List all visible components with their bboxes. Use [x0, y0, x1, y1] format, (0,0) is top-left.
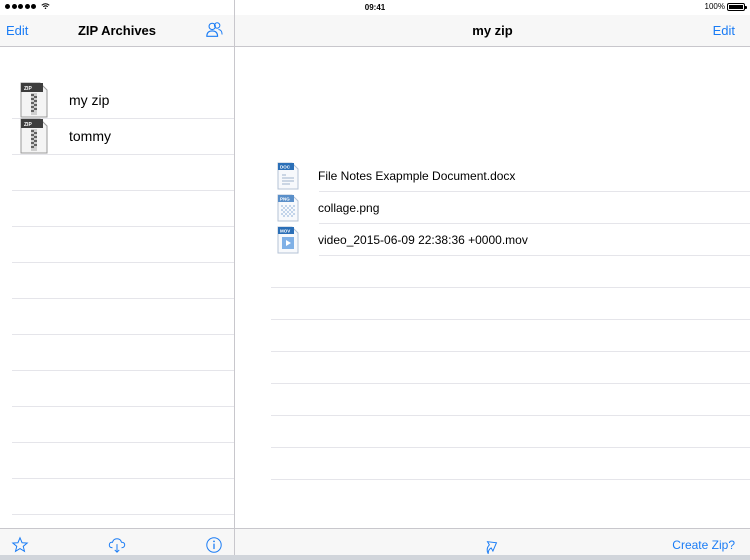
- info-icon[interactable]: [205, 536, 223, 554]
- status-bar: 09:41 100%: [0, 0, 750, 15]
- archive-item[interactable]: ZIP my zip: [20, 82, 234, 118]
- list-divider: [271, 319, 750, 320]
- list-divider: [12, 262, 234, 263]
- keyboard-edge: [0, 555, 750, 560]
- list-divider: [12, 154, 234, 155]
- list-divider: [12, 370, 234, 371]
- create-zip-button[interactable]: Create Zip?: [672, 538, 735, 552]
- archives-navbar: Edit ZIP Archives: [0, 15, 234, 47]
- archive-label: my zip: [69, 92, 110, 108]
- list-divider: [12, 514, 234, 515]
- list-divider: [271, 415, 750, 416]
- share-icon[interactable]: [482, 536, 500, 554]
- movie-file-icon: MOV: [277, 226, 299, 254]
- svg-text:DOC: DOC: [280, 165, 291, 170]
- file-name: collage.png: [318, 201, 380, 215]
- cloud-download-icon[interactable]: [108, 536, 126, 554]
- file-row[interactable]: PNG collage.png: [277, 192, 750, 224]
- file-row[interactable]: MOV video_2015-06-09 22:38:36 +0000.mov: [277, 224, 750, 256]
- list-divider: [12, 442, 234, 443]
- list-divider: [12, 478, 234, 479]
- svg-text:PNG: PNG: [280, 197, 290, 202]
- list-divider: [12, 190, 234, 191]
- battery-indicator: 100%: [704, 2, 747, 11]
- archive-item[interactable]: ZIP tommy: [20, 118, 234, 154]
- star-icon[interactable]: [11, 536, 29, 554]
- png-file-icon: PNG: [277, 194, 299, 222]
- list-divider: [12, 334, 234, 335]
- contents-navbar: my zip Edit: [235, 15, 750, 47]
- list-divider: [271, 479, 750, 480]
- list-divider: [12, 226, 234, 227]
- svg-text:MOV: MOV: [280, 229, 290, 234]
- file-name: File Notes Exapmple Document.docx: [318, 169, 516, 183]
- list-divider: [271, 383, 750, 384]
- svg-text:ZIP: ZIP: [24, 122, 32, 128]
- doc-file-icon: DOC: [277, 162, 299, 190]
- svg-text:ZIP: ZIP: [24, 86, 32, 92]
- zip-file-icon: ZIP: [20, 82, 48, 118]
- file-name: video_2015-06-09 22:38:36 +0000.mov: [318, 233, 528, 247]
- zip-file-icon: ZIP: [20, 118, 48, 154]
- list-divider: [271, 447, 750, 448]
- archives-title: ZIP Archives: [77, 23, 157, 38]
- list-divider: [271, 287, 750, 288]
- file-row[interactable]: DOC File Notes Exapmple Document.docx: [277, 160, 750, 192]
- archive-label: tommy: [69, 128, 111, 144]
- contents-edit-button[interactable]: Edit: [713, 23, 735, 38]
- battery-percent: 100%: [704, 2, 725, 11]
- contents-title: my zip: [472, 23, 513, 38]
- status-time: 09:41: [364, 3, 386, 12]
- list-divider: [271, 351, 750, 352]
- battery-icon: [727, 2, 747, 11]
- list-divider: [12, 298, 234, 299]
- list-divider: [12, 406, 234, 407]
- archive-contents-pane: my zip Edit DOC File Notes Exapmple Docu…: [235, 15, 750, 560]
- archives-pane: Edit ZIP Archives ZIP my zip ZIP tommy: [0, 15, 234, 560]
- contacts-icon[interactable]: [205, 21, 223, 39]
